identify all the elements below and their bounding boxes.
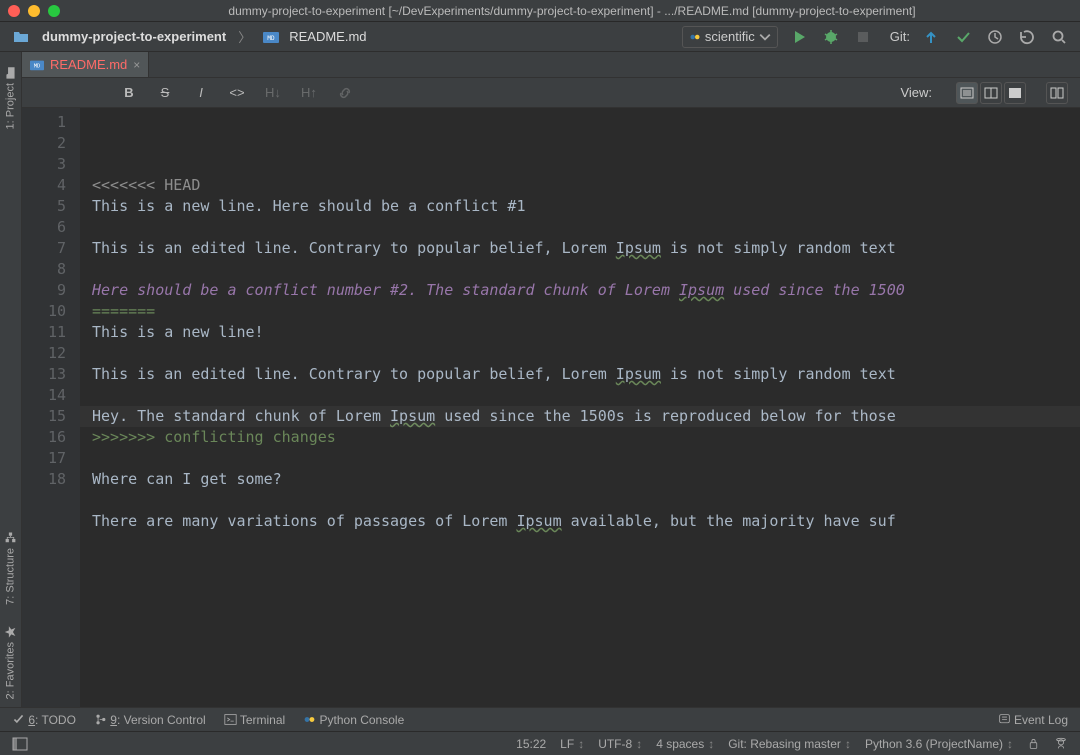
- left-tool-strip: 1: Project 7: Structure 2: Favorites: [0, 52, 22, 707]
- file-encoding[interactable]: UTF-8: [598, 737, 642, 751]
- italic-button[interactable]: I: [190, 82, 212, 104]
- view-layout-group: [1046, 82, 1068, 104]
- caret-position[interactable]: 15:22: [516, 737, 546, 751]
- indent-settings[interactable]: 4 spaces: [656, 737, 714, 751]
- navigation-bar: dummy-project-to-experiment 〉 MD README.…: [0, 22, 1080, 52]
- project-icon: [4, 66, 17, 79]
- status-bar: 15:22 LF UTF-8 4 spaces Git: Rebasing ma…: [0, 731, 1080, 755]
- vcs-commit-button[interactable]: [952, 26, 974, 48]
- view-label: View:: [900, 85, 932, 100]
- run-button[interactable]: [788, 26, 810, 48]
- structure-tool-tab[interactable]: 7: Structure: [2, 523, 19, 613]
- header-up-button[interactable]: H↑: [298, 82, 320, 104]
- structure-icon: [4, 531, 17, 544]
- markdown-file-icon: MD: [30, 58, 44, 72]
- code-button[interactable]: <>: [226, 82, 248, 104]
- window-title: dummy-project-to-experiment [~/DevExperi…: [72, 4, 1072, 18]
- vcs-revert-button[interactable]: [1016, 26, 1038, 48]
- line-separator[interactable]: LF: [560, 737, 584, 751]
- star-icon: [4, 625, 17, 638]
- run-config-label: scientific: [705, 29, 755, 44]
- view-mode-group: [956, 82, 1026, 104]
- editor-tab-readme[interactable]: MD README.md ×: [22, 52, 149, 77]
- tab-label: README.md: [50, 57, 127, 72]
- lock-icon[interactable]: [1027, 737, 1040, 750]
- bold-button[interactable]: B: [118, 82, 140, 104]
- svg-text:MD: MD: [34, 63, 40, 69]
- todo-tool-tab[interactable]: 6: TODO: [12, 713, 76, 727]
- git-label: Git:: [890, 29, 910, 44]
- run-configuration-selector[interactable]: scientific: [682, 26, 778, 48]
- chevron-down-icon: [759, 31, 771, 43]
- close-tab-button[interactable]: ×: [133, 58, 140, 72]
- markdown-file-icon: MD: [263, 26, 279, 48]
- debug-button[interactable]: [820, 26, 842, 48]
- code-content[interactable]: <<<<<<< HEADThis is a new line. Here sho…: [80, 108, 1080, 707]
- version-control-tool-tab[interactable]: 9: Version Control: [94, 713, 206, 727]
- breadcrumb-separator: 〉: [238, 27, 251, 46]
- vcs-update-button[interactable]: [920, 26, 942, 48]
- python-console-tool-tab[interactable]: Python Console: [303, 713, 404, 727]
- link-button[interactable]: [334, 82, 356, 104]
- favorites-tool-tab[interactable]: 2: Favorites: [2, 617, 19, 707]
- view-editor-only-button[interactable]: [956, 82, 978, 104]
- search-everywhere-button[interactable]: [1048, 26, 1070, 48]
- close-window-button[interactable]: [8, 5, 20, 17]
- git-branch[interactable]: Git: Rebasing master: [728, 737, 851, 751]
- minimize-window-button[interactable]: [28, 5, 40, 17]
- breadcrumb-project[interactable]: dummy-project-to-experiment: [42, 29, 226, 44]
- project-tool-tab[interactable]: 1: Project: [2, 58, 19, 137]
- breadcrumb-file[interactable]: README.md: [289, 29, 366, 44]
- view-preview-button[interactable]: [1004, 82, 1026, 104]
- current-line-highlight: [80, 406, 1080, 427]
- window-controls: [8, 5, 60, 17]
- event-log-tool-tab[interactable]: Event Log: [998, 713, 1068, 727]
- editor-tabs: MD README.md ×: [22, 52, 1080, 78]
- line-number-gutter: 123456789101112131415161718: [22, 108, 80, 707]
- code-editor[interactable]: 123456789101112131415161718 <<<<<<< HEAD…: [22, 108, 1080, 707]
- inspector-icon[interactable]: [1054, 737, 1068, 751]
- stop-button[interactable]: [852, 26, 874, 48]
- header-down-button[interactable]: H↓: [262, 82, 284, 104]
- titlebar: dummy-project-to-experiment [~/DevExperi…: [0, 0, 1080, 22]
- markdown-toolbar: B S I <> H↓ H↑ View:: [22, 78, 1080, 108]
- vcs-history-button[interactable]: [984, 26, 1006, 48]
- svg-text:MD: MD: [268, 35, 276, 42]
- tool-windows-button[interactable]: [12, 733, 28, 755]
- view-layout-button[interactable]: [1046, 82, 1068, 104]
- main-area: 1: Project 7: Structure 2: Favorites MD …: [0, 52, 1080, 707]
- terminal-tool-tab[interactable]: Terminal: [224, 713, 285, 727]
- view-split-button[interactable]: [980, 82, 1002, 104]
- strikethrough-button[interactable]: S: [154, 82, 176, 104]
- editor-area: MD README.md × B S I <> H↓ H↑ View:: [22, 52, 1080, 707]
- zoom-window-button[interactable]: [48, 5, 60, 17]
- folder-icon: [10, 26, 32, 48]
- python-interpreter[interactable]: Python 3.6 (ProjectName): [865, 737, 1013, 751]
- bottom-tool-tabs: 6: TODO 9: Version Control Terminal Pyth…: [0, 707, 1080, 731]
